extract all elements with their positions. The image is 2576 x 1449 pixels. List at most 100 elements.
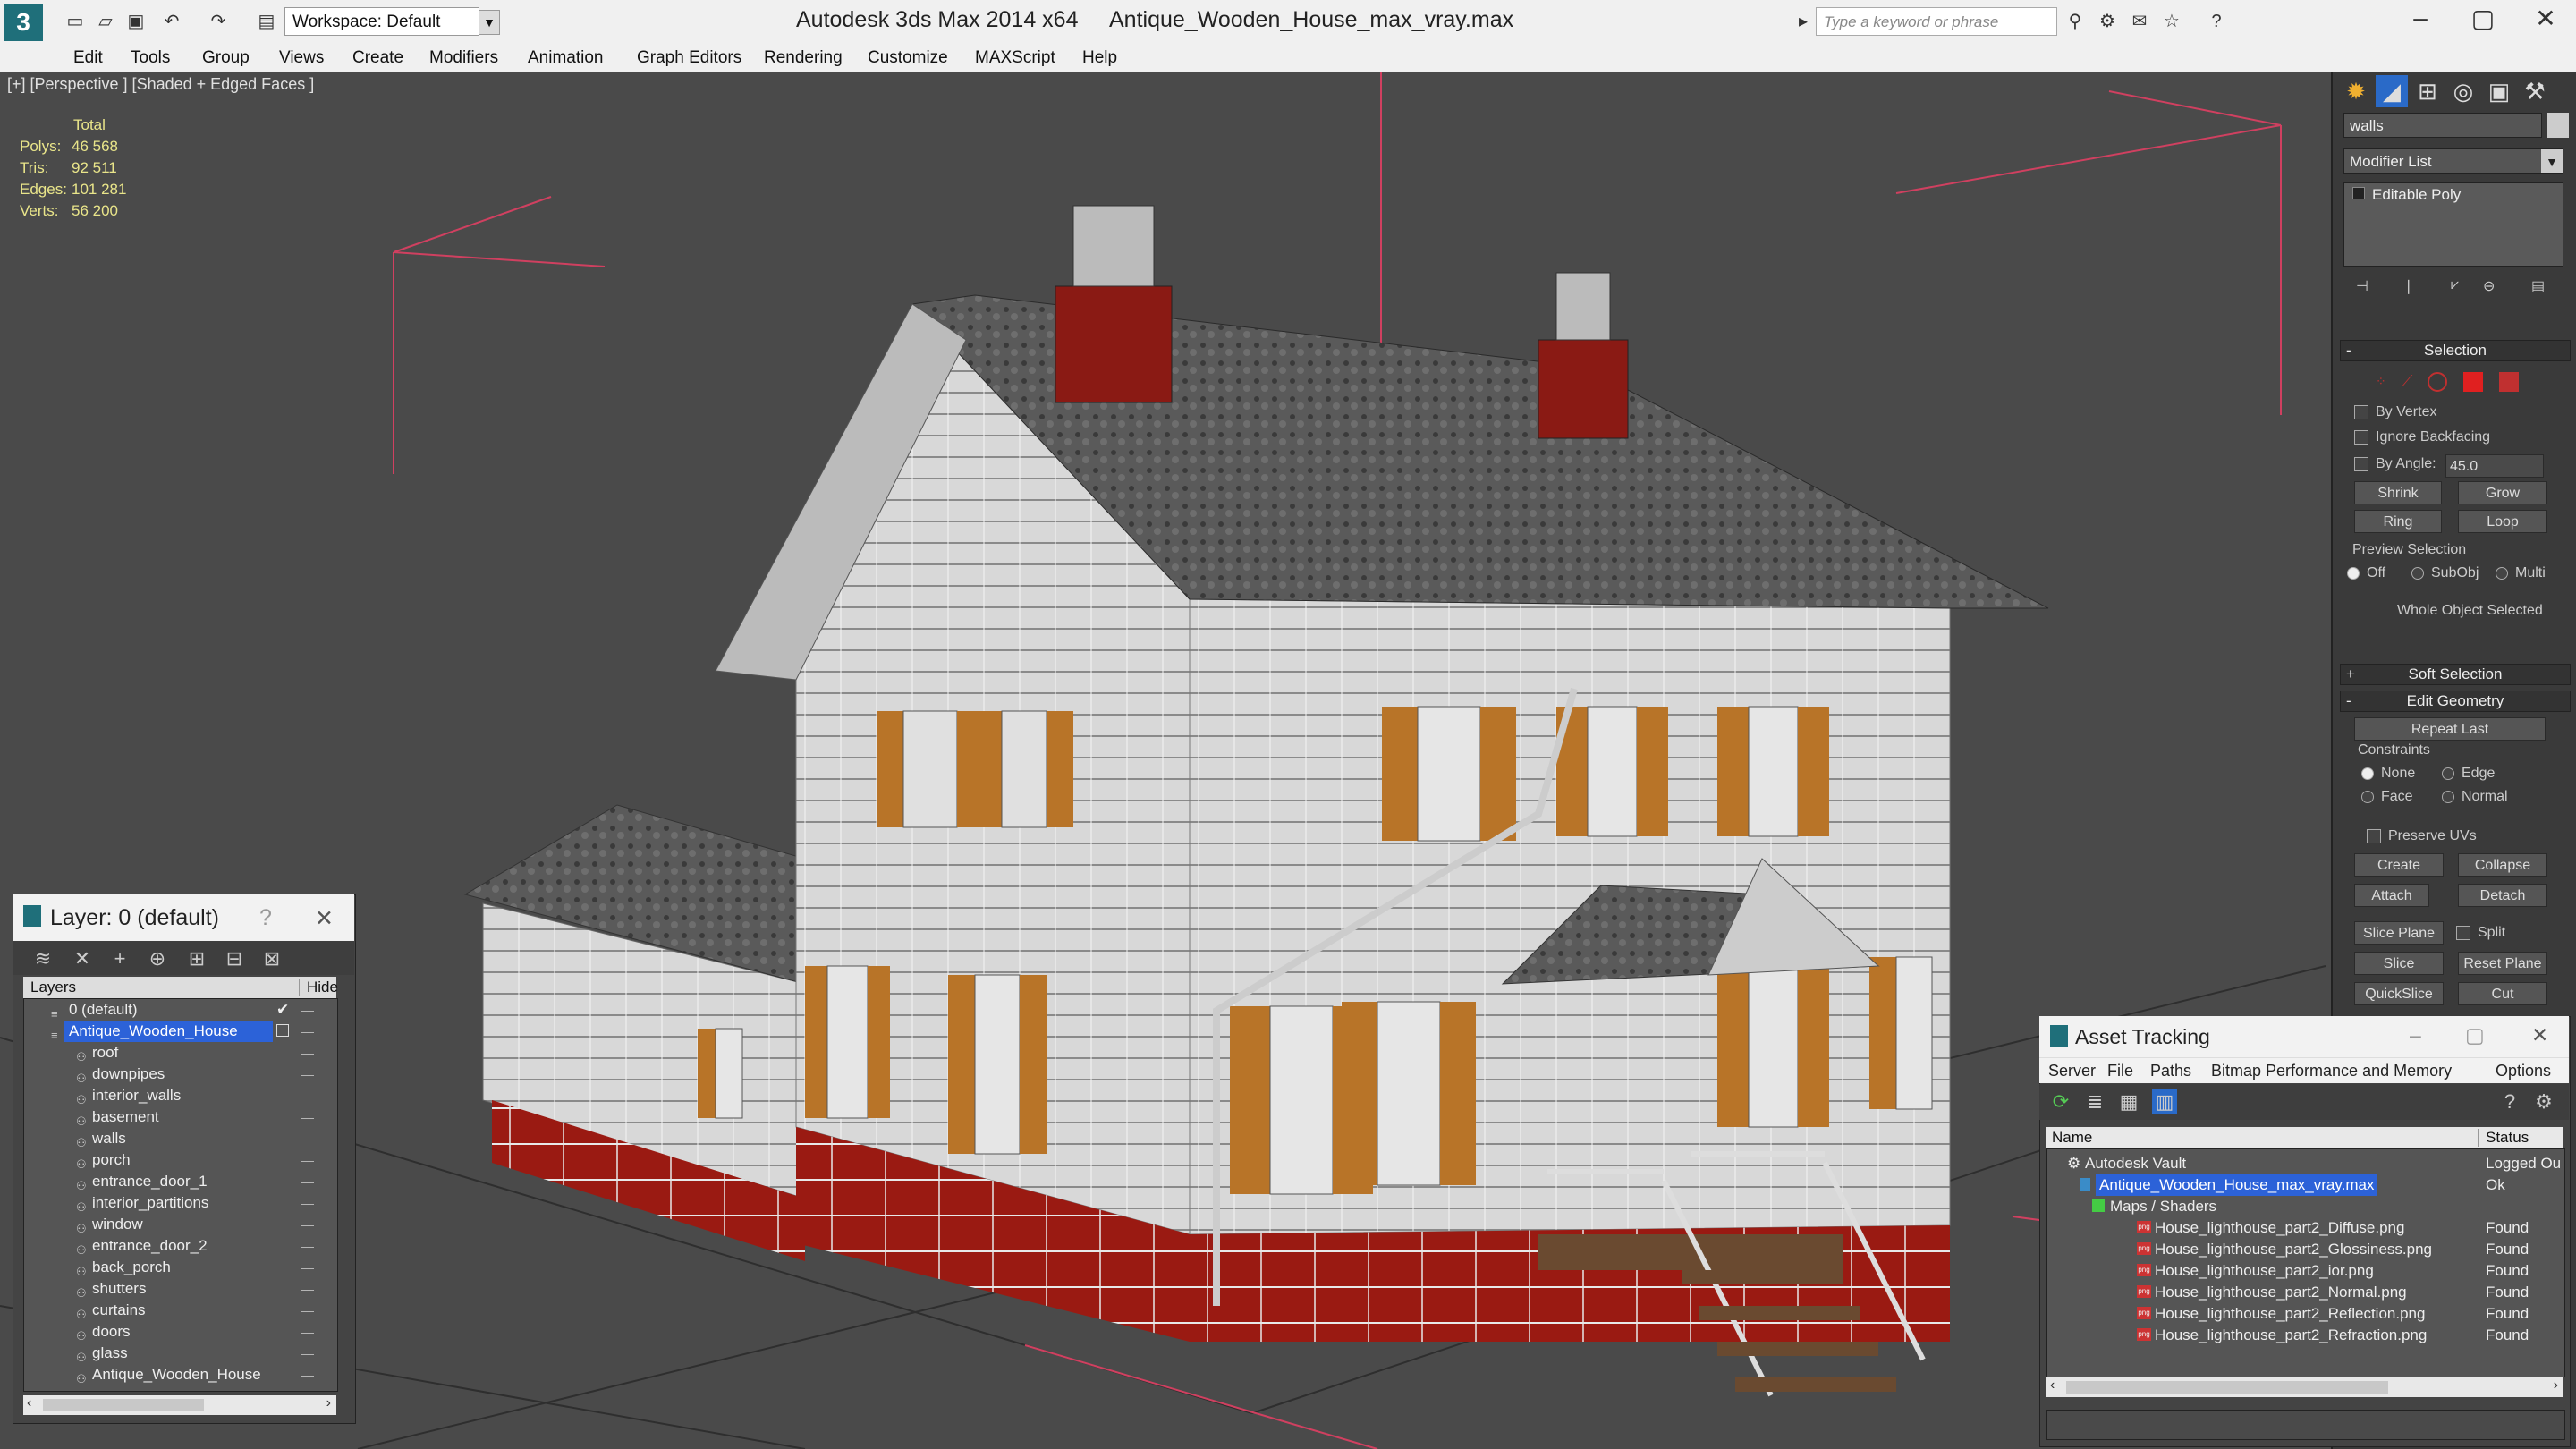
vertex-select-icon[interactable]: ⁘ bbox=[2374, 372, 2394, 392]
menu-graph-editors[interactable]: Graph Editors bbox=[637, 48, 741, 68]
minimize-icon[interactable]: – bbox=[2402, 4, 2438, 32]
asset-row[interactable]: png House_lighthouse_part2_Reflection.png… bbox=[2047, 1303, 2564, 1325]
scroll-right-icon[interactable]: › bbox=[326, 1395, 331, 1411]
remove-modifier-icon[interactable]: ⊖ bbox=[2483, 277, 2495, 295]
menu-rendering[interactable]: Rendering bbox=[764, 48, 843, 68]
hide-toggle[interactable]: — bbox=[301, 1128, 314, 1149]
menu-tools[interactable]: Tools bbox=[131, 48, 170, 68]
constraint-none-radio[interactable]: None bbox=[2361, 766, 2415, 782]
grow-button[interactable]: Grow bbox=[2458, 481, 2547, 504]
asset-tracking-titlebar[interactable]: Asset Tracking – ▢ ✕ bbox=[2039, 1016, 2569, 1057]
asset-path-field[interactable] bbox=[2046, 1410, 2565, 1440]
maximize-icon[interactable]: ▢ bbox=[2465, 1023, 2485, 1047]
workspace-dropdown[interactable]: Workspace: Default ▼ bbox=[284, 7, 500, 36]
close-icon[interactable]: ✕ bbox=[2531, 1023, 2548, 1047]
menu-create[interactable]: Create bbox=[352, 48, 403, 68]
show-end-result-icon[interactable]: ❘ bbox=[2402, 277, 2414, 295]
hide-toggle[interactable]: — bbox=[301, 1021, 314, 1042]
table-view-icon[interactable]: ▦ bbox=[2116, 1089, 2141, 1114]
add-layer-icon[interactable]: + bbox=[107, 946, 132, 971]
column-layers[interactable]: Layers bbox=[30, 979, 76, 996]
pin-stack-icon[interactable]: ⊣ bbox=[2356, 277, 2368, 295]
repeat-last-button[interactable]: Repeat Last bbox=[2354, 717, 2546, 741]
hide-toggle[interactable]: — bbox=[301, 1278, 314, 1300]
scroll-right-icon[interactable]: › bbox=[2554, 1377, 2558, 1394]
create-button[interactable]: Create bbox=[2354, 853, 2444, 877]
element-select-icon[interactable] bbox=[2499, 372, 2519, 392]
scroll-left-icon[interactable]: ‹ bbox=[2050, 1377, 2055, 1394]
slice-plane-button[interactable]: Slice Plane bbox=[2354, 921, 2444, 945]
help-icon[interactable]: ? bbox=[2497, 1089, 2522, 1114]
preview-off-radio[interactable]: Off bbox=[2347, 565, 2385, 581]
hide-toggle[interactable]: — bbox=[301, 1364, 314, 1385]
constraint-normal-radio[interactable]: Normal bbox=[2442, 789, 2508, 805]
modify-tab-icon[interactable]: ◢ bbox=[2376, 75, 2408, 107]
hide-toggle[interactable]: — bbox=[301, 1085, 314, 1106]
chevron-down-icon[interactable]: ▼ bbox=[479, 10, 500, 35]
menu-help[interactable]: Help bbox=[1082, 48, 1117, 68]
border-select-icon[interactable] bbox=[2428, 372, 2447, 392]
reset-plane-button[interactable]: Reset Plane bbox=[2458, 952, 2547, 975]
collapse-button[interactable]: Collapse bbox=[2458, 853, 2547, 877]
asset-row[interactable]: Antique_Wooden_House_max_vray.max Ok bbox=[2047, 1174, 2564, 1196]
hide-toggle[interactable]: — bbox=[301, 1343, 314, 1364]
stack-item-editable-poly[interactable]: Editable Poly bbox=[2352, 186, 2461, 204]
asset-row[interactable]: png House_lighthouse_part2_Normal.png Foun… bbox=[2047, 1282, 2564, 1303]
close-icon[interactable]: ✕ bbox=[2528, 4, 2563, 33]
binoculars-icon[interactable]: ⚲ bbox=[2064, 11, 2086, 32]
menu-group[interactable]: Group bbox=[202, 48, 250, 68]
make-unique-icon[interactable]: ⩗ bbox=[2451, 277, 2459, 293]
asset-row[interactable]: Maps / Shaders bbox=[2047, 1196, 2564, 1217]
layer-row[interactable]: ⚇ roof — bbox=[24, 1042, 337, 1063]
asset-row[interactable]: png House_lighthouse_part2_Glossiness.png… bbox=[2047, 1239, 2564, 1260]
asset-menu-bitmap-performance[interactable]: Bitmap Performance and Memory bbox=[2211, 1062, 2452, 1080]
layer-row[interactable]: ⚇ entrance_door_2— bbox=[24, 1235, 337, 1257]
layer-row[interactable]: ⚇ doors — bbox=[24, 1321, 337, 1343]
maximize-icon[interactable]: ▢ bbox=[2465, 4, 2501, 33]
highlight-layer-icon[interactable]: ⊟ bbox=[222, 946, 247, 971]
list-view-icon[interactable]: ≣ bbox=[2082, 1089, 2107, 1114]
ring-button[interactable]: Ring bbox=[2354, 510, 2442, 533]
project-icon[interactable]: ▤ bbox=[256, 11, 277, 32]
attach-button[interactable]: Attach bbox=[2354, 884, 2429, 907]
scroll-thumb[interactable] bbox=[2066, 1381, 2388, 1394]
hide-toggle[interactable]: — bbox=[301, 1106, 314, 1128]
viewport-label[interactable]: [+] [Perspective ] [Shaded + Edged Faces… bbox=[7, 75, 314, 94]
modifier-list-dropdown[interactable]: Modifier List ▼ bbox=[2343, 148, 2563, 174]
help-icon[interactable]: ? bbox=[259, 905, 272, 931]
preview-multi-radio[interactable]: Multi bbox=[2496, 565, 2546, 581]
select-in-layer-icon[interactable]: ⊞ bbox=[184, 946, 209, 971]
layer-manager-titlebar[interactable]: Layer: 0 (default) ? ✕ bbox=[13, 894, 354, 941]
selection-rollout-header[interactable]: - Selection bbox=[2340, 340, 2571, 361]
refresh-icon[interactable]: ⟳ bbox=[2048, 1089, 2073, 1114]
layer-row[interactable]: ⚇ interior_walls — bbox=[24, 1085, 337, 1106]
layer-row[interactable]: ≡ Antique_Wooden_House — bbox=[24, 1021, 337, 1042]
hide-toggle[interactable]: — bbox=[301, 1257, 314, 1278]
asset-row[interactable]: png House_lighthouse_part2_ior.png Found bbox=[2047, 1260, 2564, 1282]
layer-list[interactable]: ≡ 0 (default) ✔ — ≡ Antique_Wooden_House — ⚇ r… bbox=[23, 998, 338, 1392]
grid-view-icon[interactable]: ▥ bbox=[2152, 1089, 2177, 1114]
add-to-layer-icon[interactable]: ⊕ bbox=[145, 946, 170, 971]
motion-tab-icon[interactable]: ◎ bbox=[2447, 75, 2479, 107]
column-status[interactable]: Status bbox=[2478, 1129, 2529, 1147]
layer-row[interactable]: ⚇ shutters — bbox=[24, 1278, 337, 1300]
scroll-thumb[interactable] bbox=[43, 1399, 204, 1411]
asset-horizontal-scrollbar[interactable]: ‹ › bbox=[2046, 1377, 2563, 1397]
chevron-down-icon[interactable]: ▼ bbox=[2541, 149, 2563, 173]
subscription-icon[interactable]: ⚙ bbox=[2097, 11, 2118, 32]
settings-icon[interactable]: ⚙ bbox=[2531, 1089, 2556, 1114]
hide-toggle[interactable]: — bbox=[301, 1192, 314, 1214]
layer-row[interactable]: ⚇ window — bbox=[24, 1214, 337, 1235]
polygon-select-icon[interactable] bbox=[2463, 372, 2483, 392]
delete-layer-icon[interactable]: ✕ bbox=[70, 946, 95, 971]
detach-button[interactable]: Detach bbox=[2458, 884, 2547, 907]
open-file-icon[interactable]: ▱ bbox=[95, 11, 116, 32]
menu-customize[interactable]: Customize bbox=[868, 48, 948, 68]
layer-row[interactable]: ⚇ walls — bbox=[24, 1128, 337, 1149]
menu-modifiers[interactable]: Modifiers bbox=[429, 48, 498, 68]
display-tab-icon[interactable]: ▣ bbox=[2483, 75, 2515, 107]
split-checkbox[interactable]: Split bbox=[2456, 925, 2505, 941]
loop-button[interactable]: Loop bbox=[2458, 510, 2547, 533]
column-name[interactable]: Name bbox=[2052, 1129, 2092, 1147]
hide-toggle[interactable]: — bbox=[301, 1149, 314, 1171]
